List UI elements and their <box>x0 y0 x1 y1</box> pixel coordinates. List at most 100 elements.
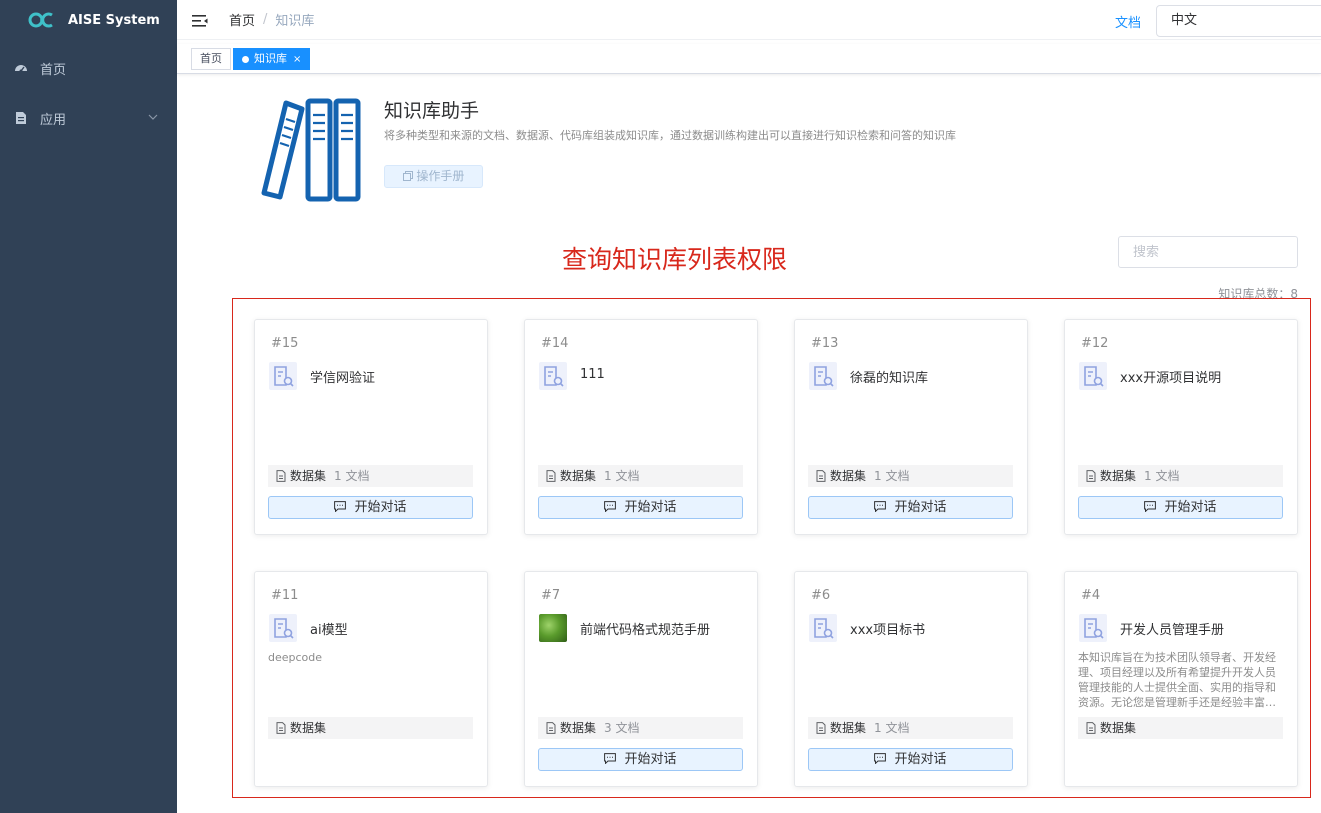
card-meta: 数据集 1 文档 <box>268 465 473 487</box>
tag-home[interactable]: 首页 <box>191 48 231 70</box>
knowledge-card[interactable]: #11 ai模型 deepcode 数据集 <box>254 571 488 787</box>
card-name: 111 <box>580 367 605 382</box>
chat-button-label: 开始对话 <box>354 500 407 515</box>
meta-count: 1 文档 <box>1144 469 1180 483</box>
sidebar-item-label: 应用 <box>40 112 67 128</box>
meta-label: 数据集 <box>830 721 867 735</box>
page-description: 将多种类型和来源的文档、数据源、代码库组装成知识库，通过数据训练构建出可以直接进… <box>384 129 956 142</box>
knowledge-card[interactable]: #6 xxx项目标书 数据集 1 文档 开始对话 <box>794 571 1028 787</box>
start-chat-button[interactable]: 开始对话 <box>808 748 1013 771</box>
file-icon <box>816 470 826 482</box>
chat-icon <box>874 753 887 764</box>
chat-button-label: 开始对话 <box>894 752 947 767</box>
tag-label: 知识库 <box>254 52 287 65</box>
manual-button[interactable]: 操作手册 <box>384 165 483 188</box>
chat-icon <box>874 501 887 512</box>
start-chat-button[interactable]: 开始对话 <box>538 748 743 771</box>
meta-label: 数据集 <box>560 721 597 735</box>
knowledge-doc-icon <box>269 362 297 390</box>
start-chat-button[interactable]: 开始对话 <box>538 496 743 519</box>
chat-button-label: 开始对话 <box>894 500 947 515</box>
page-title: 知识库助手 <box>384 100 480 122</box>
sidebar-item-home[interactable]: 首页 <box>0 43 177 93</box>
card-meta: 数据集 <box>1078 717 1283 739</box>
file-icon <box>276 722 286 734</box>
aise-logo-icon <box>28 11 56 29</box>
card-id: #14 <box>541 336 569 351</box>
sidebar: AISE System 首页 应用 <box>0 0 177 813</box>
card-id: #4 <box>1081 588 1101 603</box>
green-leaf-image <box>539 614 567 642</box>
sidebar-item-label: 首页 <box>40 62 67 78</box>
knowledge-card[interactable]: #12 xxx开源项目说明 数据集 1 文档 开始对话 <box>1064 319 1298 535</box>
tags-view: 首页 知识库 × <box>177 44 1321 74</box>
annotation-title: 查询知识库列表权限 <box>562 245 788 274</box>
card-description: 本知识库旨在为技术团队领导者、开发经理、项目经理以及所有希望提升开发人员管理技能… <box>1078 651 1276 709</box>
card-name: xxx开源项目说明 <box>1120 371 1222 386</box>
hamburger-icon[interactable] <box>192 13 208 27</box>
knowledge-card[interactable]: #7 前端代码格式规范手册 数据集 3 文档 开始对话 <box>524 571 758 787</box>
card-id: #6 <box>811 588 831 603</box>
knowledge-card[interactable]: #14 111 数据集 1 文档 开始对话 <box>524 319 758 535</box>
knowledge-card[interactable]: #15 学信网验证 数据集 1 文档 开始对话 <box>254 319 488 535</box>
card-meta: 数据集 1 文档 <box>808 465 1013 487</box>
card-id: #15 <box>271 336 299 351</box>
card-meta: 数据集 3 文档 <box>538 717 743 739</box>
meta-count: 3 文档 <box>604 721 640 735</box>
chat-icon <box>604 753 617 764</box>
chat-icon <box>334 501 347 512</box>
meta-count: 1 文档 <box>604 469 640 483</box>
start-chat-button[interactable]: 开始对话 <box>808 496 1013 519</box>
knowledge-doc-icon <box>539 362 567 390</box>
card-meta: 数据集 1 文档 <box>538 465 743 487</box>
document-icon <box>14 111 28 125</box>
card-meta: 数据集 <box>268 717 473 739</box>
knowledge-doc-icon <box>1079 614 1107 642</box>
card-name: 开发人员管理手册 <box>1120 623 1225 638</box>
tag-knowledge-base[interactable]: 知识库 × <box>233 48 311 70</box>
card-description: deepcode <box>268 651 323 664</box>
books-logo-icon <box>258 97 368 205</box>
meta-label: 数据集 <box>830 469 867 483</box>
sidebar-item-apps[interactable]: 应用 <box>0 93 177 143</box>
card-meta: 数据集 1 文档 <box>1078 465 1283 487</box>
meta-count: 1 文档 <box>334 469 370 483</box>
language-select[interactable]: 中文 <box>1156 5 1321 37</box>
card-name: 徐磊的知识库 <box>850 371 929 386</box>
chat-icon <box>1144 501 1157 512</box>
knowledge-doc-icon <box>269 614 297 642</box>
knowledge-card[interactable]: #13 徐磊的知识库 数据集 1 文档 开始对话 <box>794 319 1028 535</box>
card-name: xxx项目标书 <box>850 623 926 638</box>
file-icon <box>816 722 826 734</box>
file-icon <box>276 470 286 482</box>
card-id: #7 <box>541 588 561 603</box>
breadcrumb: 首页 / 知识库 <box>229 10 314 29</box>
file-icon <box>546 470 556 482</box>
dashboard-icon <box>14 61 28 75</box>
start-chat-button[interactable]: 开始对话 <box>1078 496 1283 519</box>
card-name: 前端代码格式规范手册 <box>580 623 711 638</box>
file-icon <box>1086 470 1096 482</box>
close-icon[interactable]: × <box>293 54 301 65</box>
card-id: #11 <box>271 588 299 603</box>
meta-count: 1 文档 <box>874 469 910 483</box>
navbar: 首页 / 知识库 文档 中文 <box>177 0 1321 40</box>
chat-button-label: 开始对话 <box>1164 500 1217 515</box>
breadcrumb-separator: / <box>263 12 268 27</box>
meta-label: 数据集 <box>1100 469 1137 483</box>
chat-button-label: 开始对话 <box>624 500 677 515</box>
start-chat-button[interactable]: 开始对话 <box>268 496 473 519</box>
meta-label: 数据集 <box>290 721 327 735</box>
knowledge-doc-icon <box>809 614 837 642</box>
breadcrumb-home[interactable]: 首页 <box>229 10 255 29</box>
card-meta: 数据集 1 文档 <box>808 717 1013 739</box>
chat-button-label: 开始对话 <box>624 752 677 767</box>
manual-button-label: 操作手册 <box>416 169 465 183</box>
meta-count: 1 文档 <box>874 721 910 735</box>
knowledge-card[interactable]: #4 开发人员管理手册 本知识库旨在为技术团队领导者、开发经理、项目经理以及所有… <box>1064 571 1298 787</box>
doc-link[interactable]: 文档 <box>1115 12 1141 31</box>
brand[interactable]: AISE System <box>0 0 177 40</box>
chat-icon <box>604 501 617 512</box>
search-input[interactable] <box>1118 236 1298 268</box>
card-name: ai模型 <box>310 623 348 638</box>
